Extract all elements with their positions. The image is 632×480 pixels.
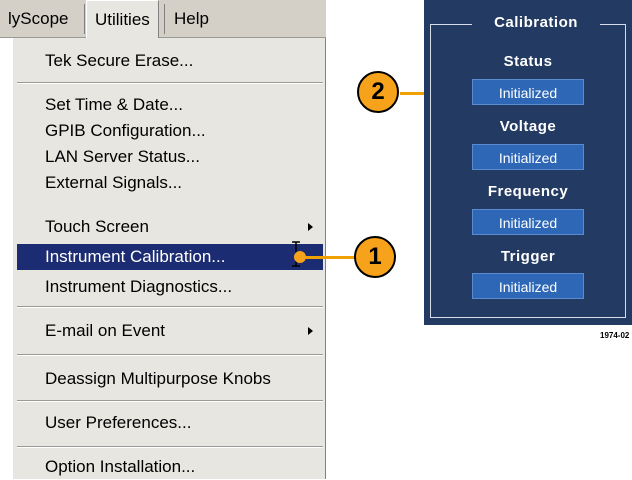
frequency-label: Frequency [487,183,569,200]
menu-bar: lyScope Utilities Help [0,0,326,39]
trigger-label: Trigger [500,248,556,265]
menu-item-option-installation[interactable]: Option Installation... [17,454,323,480]
panel-frame-edge [600,24,626,25]
menu-utilities[interactable]: Utilities [86,0,159,39]
menu-help[interactable]: Help [166,0,217,38]
submenu-arrow-icon [308,327,313,335]
utilities-dropdown: Tek Secure Erase... Set Time & Date... G… [12,38,326,479]
menu-item-instrument-calibration[interactable]: Instrument Calibration... [17,244,323,270]
panel-frame-edge [430,24,472,25]
menu-myscope[interactable]: lyScope [0,0,76,38]
menu-divider [84,4,85,34]
menu-item-instrument-diagnostics[interactable]: Instrument Diagnostics... [17,274,323,300]
menu-item-lan-server-status[interactable]: LAN Server Status... [17,144,323,170]
menu-item-label: Touch Screen [45,217,149,236]
submenu-arrow-icon [308,223,313,231]
menu-separator [17,82,323,84]
menu-item-user-preferences[interactable]: User Preferences... [17,410,323,436]
callout-1-badge: 1 [354,236,396,278]
menu-item-touch-screen[interactable]: Touch Screen [17,214,323,240]
calibration-panel: Calibration Status Initialized Voltage I… [424,0,632,325]
menu-separator [17,354,323,356]
menu-item-gpib-configuration[interactable]: GPIB Configuration... [17,118,323,144]
callout-1-leader [298,256,358,259]
menu-item-tek-secure-erase[interactable]: Tek Secure Erase... [17,48,323,74]
menu-item-external-signals[interactable]: External Signals... [17,170,323,196]
panel-title: Calibration [494,14,578,31]
voltage-label: Voltage [499,118,557,135]
menu-separator [17,306,323,308]
menu-item-deassign-multipurpose-knobs[interactable]: Deassign Multipurpose Knobs [17,366,323,392]
menu-separator [17,400,323,402]
frequency-value: Initialized [472,209,584,235]
figure-number: 1974-02 [600,331,630,340]
trigger-value: Initialized [472,273,584,299]
menu-utilities-label: Utilities [95,10,150,29]
status-label: Status [503,53,553,70]
voltage-value: Initialized [472,144,584,170]
status-value: Initialized [472,79,584,105]
callout-1-dot [294,251,306,263]
menu-item-email-on-event[interactable]: E-mail on Event [17,318,323,344]
menu-separator [17,446,323,448]
menu-item-set-time-date[interactable]: Set Time & Date... [17,92,323,118]
menu-divider [164,4,165,34]
menu-item-label: E-mail on Event [45,321,165,340]
callout-2-badge: 2 [357,71,399,113]
